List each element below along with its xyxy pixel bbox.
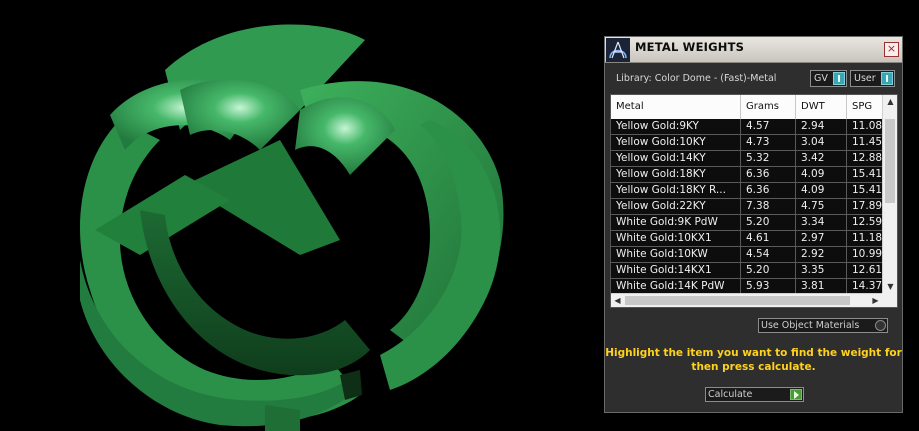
cell-spg: 11.18 (847, 231, 882, 247)
cell-grams: 7.38 (741, 199, 796, 215)
cell-spg: 12.59 (847, 215, 882, 231)
library-label: Library: Color Dome - (Fast)-Metal (616, 73, 777, 84)
cell-grams: 4.54 (741, 247, 796, 263)
horizontal-scrollbar[interactable]: ◀ ▶ (611, 293, 882, 307)
panel-titlebar[interactable]: METAL WEIGHTS × (605, 37, 902, 63)
cell-dwt: 2.92 (796, 247, 847, 263)
cell-metal: White Gold:10KX1 (611, 231, 741, 247)
calculate-label: Calculate (708, 389, 753, 400)
cell-grams: 5.20 (741, 215, 796, 231)
table-row[interactable]: White Gold:9K PdW 5.20 3.34 12.59 (611, 215, 882, 231)
table-header: Metal Grams DWT SPG (611, 95, 887, 119)
panel-title: METAL WEIGHTS (635, 40, 745, 54)
column-header-spg[interactable]: SPG (847, 95, 887, 119)
cell-metal: White Gold:14KX1 (611, 263, 741, 279)
cell-grams: 6.36 (741, 167, 796, 183)
cell-grams: 5.93 (741, 279, 796, 293)
cell-metal: Yellow Gold:14KY (611, 151, 741, 167)
cell-metal: Yellow Gold:10KY (611, 135, 741, 151)
table-row[interactable]: White Gold:14K PdW 5.93 3.81 14.37 (611, 279, 882, 293)
cell-grams: 4.61 (741, 231, 796, 247)
cell-metal: White Gold:14K PdW (611, 279, 741, 293)
play-icon (790, 389, 802, 400)
cell-spg: 12.88 (847, 151, 882, 167)
cell-spg: 10.99 (847, 247, 882, 263)
user-toggle-label: User (854, 73, 876, 84)
cell-spg: 11.08 (847, 119, 882, 135)
scroll-down-icon[interactable]: ▼ (883, 280, 898, 293)
gv-toggle-label: GV (814, 73, 828, 84)
cell-spg: 15.41 (847, 183, 882, 199)
cell-spg: 12.61 (847, 263, 882, 279)
cell-grams: 4.73 (741, 135, 796, 151)
column-header-metal[interactable]: Metal (611, 95, 741, 119)
close-icon[interactable]: × (884, 42, 899, 57)
use-object-materials-checkbox[interactable]: Use Object Materials (758, 318, 888, 333)
cell-dwt: 4.09 (796, 167, 847, 183)
cell-dwt: 3.81 (796, 279, 847, 293)
ring-model (80, 24, 504, 431)
scrollbar-thumb[interactable] (885, 119, 895, 203)
cell-grams: 4.57 (741, 119, 796, 135)
cell-metal: Yellow Gold:18KY (611, 167, 741, 183)
vertical-scrollbar[interactable]: ▲ ▼ (882, 95, 897, 293)
calculate-button[interactable]: Calculate (705, 387, 804, 402)
cell-dwt: 2.97 (796, 231, 847, 247)
column-header-grams[interactable]: Grams (741, 95, 796, 119)
cell-dwt: 4.75 (796, 199, 847, 215)
cell-dwt: 3.34 (796, 215, 847, 231)
cell-dwt: 3.42 (796, 151, 847, 167)
cell-spg: 17.89 (847, 199, 882, 215)
dome-logo-icon (606, 38, 630, 62)
cell-metal: Yellow Gold:22KY (611, 199, 741, 215)
cell-metal: Yellow Gold:18KY R... (611, 183, 741, 199)
table-row[interactable]: White Gold:14KX1 5.20 3.35 12.61 (611, 263, 882, 279)
table-body: Yellow Gold:9KY 4.57 2.94 11.08 Yellow Gold:… (611, 119, 882, 293)
table-row[interactable]: White Gold:10KW 4.54 2.92 10.99 (611, 247, 882, 263)
table-row[interactable]: Yellow Gold:10KY 4.73 3.04 11.45 (611, 135, 882, 151)
scrollbar-thumb[interactable] (625, 296, 850, 305)
table-row[interactable]: Yellow Gold:14KY 5.32 3.42 12.88 (611, 151, 882, 167)
cell-metal: Yellow Gold:9KY (611, 119, 741, 135)
radio-icon (875, 320, 886, 331)
cell-spg: 14.37 (847, 279, 882, 293)
cell-spg: 11.45 (847, 135, 882, 151)
cell-spg: 15.41 (847, 167, 882, 183)
3d-viewport[interactable] (0, 0, 600, 431)
cell-grams: 5.20 (741, 263, 796, 279)
user-toggle[interactable]: User (850, 70, 895, 87)
cell-grams: 6.36 (741, 183, 796, 199)
scroll-corner (882, 293, 897, 307)
scroll-right-icon[interactable]: ▶ (869, 294, 882, 307)
metal-weights-panel: METAL WEIGHTS × Library: Color Dome - (F… (604, 36, 903, 413)
gv-toggle[interactable]: GV (810, 70, 847, 87)
cell-dwt: 2.94 (796, 119, 847, 135)
toggle-switch-icon (833, 72, 845, 85)
cell-dwt: 3.04 (796, 135, 847, 151)
cell-metal: White Gold:9K PdW (611, 215, 741, 231)
use-object-materials-label: Use Object Materials (761, 320, 860, 331)
scroll-left-icon[interactable]: ◀ (611, 294, 624, 307)
table-row[interactable]: White Gold:10KX1 4.61 2.97 11.18 (611, 231, 882, 247)
table-row[interactable]: Yellow Gold:18KY R... 6.36 4.09 15.41 (611, 183, 882, 199)
toggle-switch-icon (881, 72, 893, 85)
cell-dwt: 3.35 (796, 263, 847, 279)
table-row[interactable]: Yellow Gold:22KY 7.38 4.75 17.89 (611, 199, 882, 215)
table-row[interactable]: Yellow Gold:18KY 6.36 4.09 15.41 (611, 167, 882, 183)
cell-metal: White Gold:10KW (611, 247, 741, 263)
table-row[interactable]: Yellow Gold:9KY 4.57 2.94 11.08 (611, 119, 882, 135)
column-header-dwt[interactable]: DWT (796, 95, 847, 119)
cell-grams: 5.32 (741, 151, 796, 167)
cell-dwt: 4.09 (796, 183, 847, 199)
instruction-text: Highlight the item you want to find the … (605, 347, 902, 373)
scroll-up-icon[interactable]: ▲ (883, 95, 898, 108)
metal-table[interactable]: Metal Grams DWT SPG Yellow Gold:9KY 4.57 2… (610, 94, 898, 308)
